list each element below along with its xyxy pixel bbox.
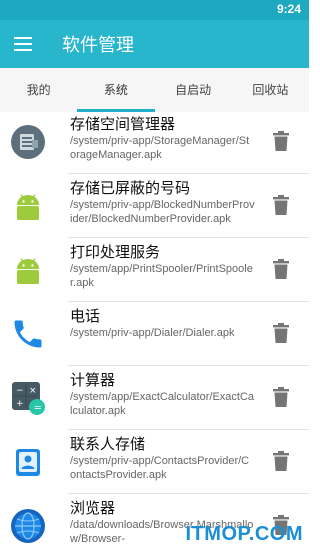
tab-system[interactable]: 系统 xyxy=(77,68,155,112)
watermark: ITMOP.COM xyxy=(185,523,303,545)
svg-text:×: × xyxy=(29,386,37,396)
app-name: 存储已屏蔽的号码 xyxy=(70,179,191,197)
app-name: 打印处理服务 xyxy=(70,243,161,261)
app-name: 联系人存储 xyxy=(70,435,146,453)
status-bar: 9:24 xyxy=(0,0,309,20)
hamburger-menu-icon[interactable] xyxy=(14,37,32,51)
app-name: 电话 xyxy=(70,307,101,325)
status-time: 9:24 xyxy=(276,2,301,16)
browser-globe-icon xyxy=(10,508,46,544)
app-list: 存储空间管理器/system/priv-app/StorageManager/S… xyxy=(0,110,309,550)
trash-can-icon[interactable] xyxy=(271,258,291,280)
phone-icon xyxy=(10,316,46,352)
app-path: /system/priv-app/StorageManager/StorageM… xyxy=(70,135,250,161)
svg-text:+: + xyxy=(16,399,24,409)
svg-text:−: − xyxy=(16,386,24,396)
trash-can-icon[interactable] xyxy=(271,194,291,216)
tab-label: 回收站 xyxy=(252,83,289,97)
app-path: /system/app/ExactCalculator/ExactCalcula… xyxy=(70,391,255,417)
android-robot-icon xyxy=(10,252,46,288)
calculator-icon: − × + = xyxy=(10,380,46,416)
trash-can-icon[interactable] xyxy=(271,450,291,472)
contacts-icon xyxy=(10,444,46,480)
trash-can-icon[interactable] xyxy=(271,130,291,152)
app-name: 计算器 xyxy=(70,371,116,389)
trash-can-icon[interactable] xyxy=(271,322,291,344)
tab-recycle-bin[interactable]: 回收站 xyxy=(232,68,309,112)
app-path: /system/priv-app/BlockedNumberProvider/B… xyxy=(70,199,255,225)
app-bar: 软件管理 xyxy=(0,20,309,68)
app-list-item[interactable]: 联系人存储/system/priv-app/ContactsProvider/C… xyxy=(0,430,309,494)
tab-bar: 我的 系统 自启动 回收站 xyxy=(0,68,309,112)
app-list-item[interactable]: 打印处理服务/system/app/PrintSpooler/PrintSpoo… xyxy=(0,238,309,302)
app-list-item[interactable]: 存储已屏蔽的号码/system/priv-app/BlockedNumberPr… xyxy=(0,174,309,238)
android-robot-icon xyxy=(10,188,46,224)
app-name: 浏览器 xyxy=(70,499,116,517)
tab-mine[interactable]: 我的 xyxy=(0,68,77,112)
app-list-item[interactable]: − × + = 计算器/system/app/ExactCalculator/Exact… xyxy=(0,366,309,430)
tab-label: 自启动 xyxy=(175,83,212,97)
app-path: /system/priv-app/Dialer/Dialer.apk xyxy=(70,327,235,339)
storage-manager-icon xyxy=(10,124,46,160)
app-list-item[interactable]: 电话/system/priv-app/Dialer/Dialer.apk xyxy=(0,302,309,366)
svg-text:=: = xyxy=(34,403,42,414)
app-path: /system/app/PrintSpooler/PrintSpooler.ap… xyxy=(70,263,253,289)
page-title: 软件管理 xyxy=(62,35,134,56)
app-list-item[interactable]: 存储空间管理器/system/priv-app/StorageManager/S… xyxy=(0,110,309,174)
app-name: 存储空间管理器 xyxy=(70,115,176,133)
tab-label: 我的 xyxy=(26,83,51,97)
app-path: /system/priv-app/ContactsProvider/Contac… xyxy=(70,455,250,481)
tab-label: 系统 xyxy=(103,83,128,97)
tab-autostart[interactable]: 自启动 xyxy=(155,68,232,112)
trash-can-icon[interactable] xyxy=(271,386,291,408)
